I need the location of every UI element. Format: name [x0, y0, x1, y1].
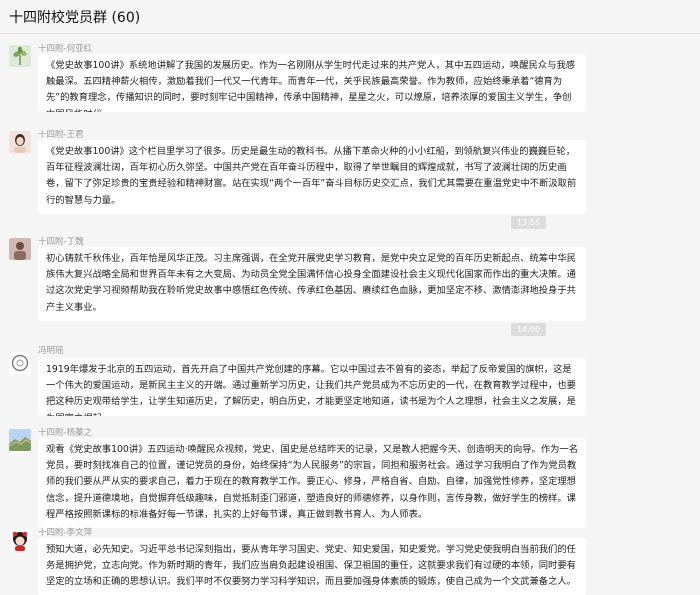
woman-photo-avatar[interactable] — [9, 131, 31, 153]
chat-title: 十四附校党员群 (60) — [9, 10, 141, 26]
sender-name[interactable]: 冯明瑶 — [38, 344, 64, 356]
sender-name[interactable]: 十四附-丁魏 — [38, 235, 84, 247]
chat-title-bar: 十四附校党员群 (60) — [0, 0, 700, 34]
message-bubble[interactable]: 初心铸就千秋伟业，百年恰是风华正茂。习主席强调，在全党开展党史学习教育，是党中央… — [38, 247, 586, 321]
message-bubble[interactable]: 《党史故事100讲》这个栏目里学习了很多。历史是最生动的教科书。从播下革命火种的… — [38, 140, 586, 214]
sender-name[interactable]: 十四附-李文萍 — [38, 526, 92, 538]
cartoon-avatar[interactable] — [9, 529, 31, 551]
sender-name[interactable]: 十四附-杨蓁之 — [38, 426, 92, 438]
circle-logo-avatar[interactable] — [9, 352, 31, 374]
timestamp-divider: 14:00 — [511, 323, 547, 336]
sender-name[interactable]: 十四附-何亚红 — [38, 42, 92, 54]
message-list[interactable]: 十四附-何亚红 《党史故事100讲》系统地讲解了我国的发展历史。作为一名刚刚从学… — [0, 34, 700, 595]
person-photo-avatar[interactable] — [9, 238, 31, 260]
timestamp-divider: 13:55 — [511, 216, 547, 229]
sender-name[interactable]: 十四附-王君 — [38, 128, 84, 140]
message-bubble[interactable]: 1919年爆发于北京的五四运动，首先开启了中国共产党创建的序幕。它以中国过去不曾… — [38, 358, 586, 416]
plant-photo-avatar[interactable] — [9, 45, 31, 67]
message-bubble[interactable]: 《党史故事100讲》系统地讲解了我国的发展历史。作为一名刚刚从学生时代走过来的共… — [38, 54, 586, 112]
message-bubble[interactable]: 预知大道，必先知史。习近平总书记深刻指出，要从青年学习国史、党史、知史爱国，知史… — [38, 538, 586, 595]
greatwall-photo-avatar[interactable] — [9, 429, 31, 451]
message-bubble[interactable]: 观看《党史故事100讲》五四运动·唤醒民众视频，党史、国史是总结昨天的记录，又是… — [38, 438, 586, 528]
